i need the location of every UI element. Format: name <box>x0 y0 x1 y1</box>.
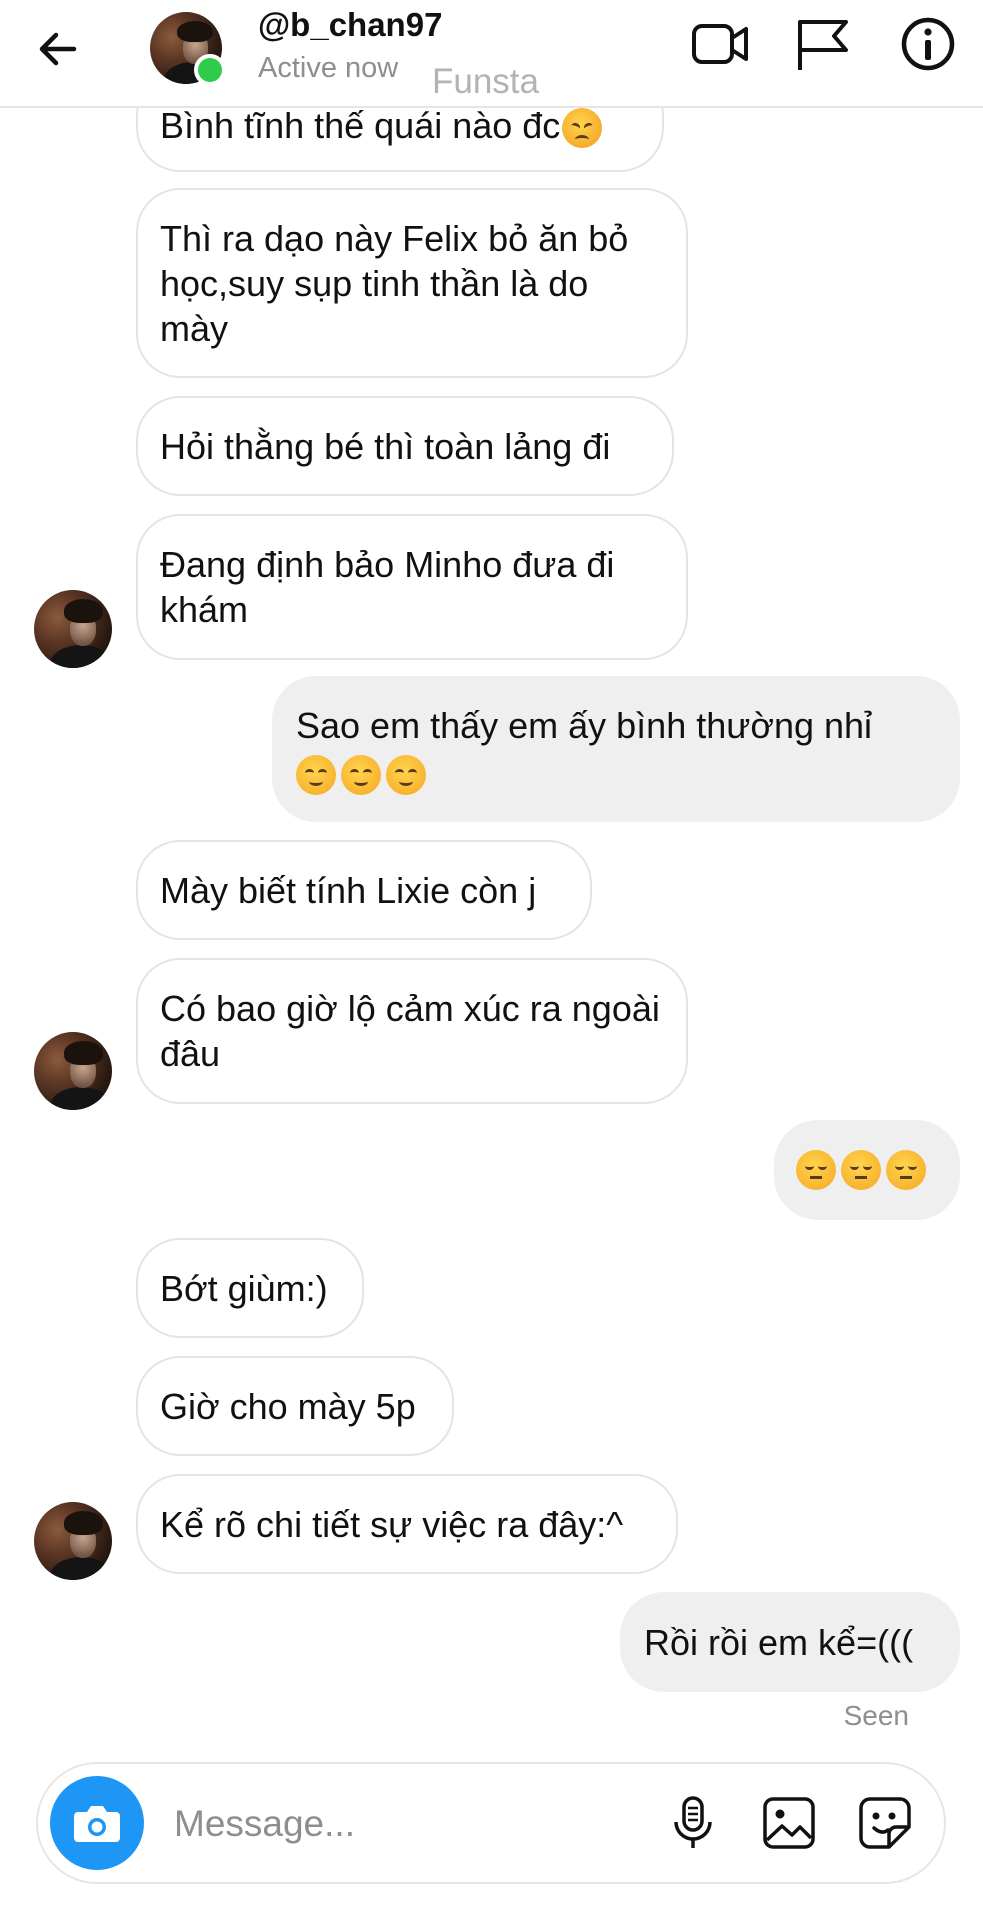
message-text: Sao em thấy em ấy bình thường nhỉ <box>296 704 873 746</box>
gallery-icon[interactable] <box>760 1794 818 1852</box>
watermark-label: Funsta <box>432 62 539 101</box>
message-bubble-sent[interactable]: Sao em thấy em ấy bình thường nhỉ <box>272 676 960 822</box>
active-status: Active now <box>258 52 399 84</box>
message-text: Thì ra dạo này Felix bỏ ăn bỏ học,suy sụ… <box>160 217 629 349</box>
pensive-face-emoji-icon <box>841 1150 881 1190</box>
message-text: Mày biết tính Lixie còn j <box>160 869 537 911</box>
upside-down-face-emoji-icon <box>341 755 381 796</box>
message-bubble-received[interactable]: Có bao giờ lộ cảm xúc ra ngoài đâu <box>136 958 688 1104</box>
message-composer <box>36 1762 946 1884</box>
message-text: Có bao giờ lộ cảm xúc ra ngoài đâu <box>160 988 660 1074</box>
pensive-face-emoji-icon <box>796 1150 836 1190</box>
camera-icon <box>74 1806 120 1842</box>
message-text: Giờ cho mày 5p <box>160 1385 416 1427</box>
message-bubble-received[interactable]: Đang định bảo Minho đưa đi khám <box>136 514 688 660</box>
message-text: Rồi rồi em kể=((( <box>644 1621 914 1663</box>
online-indicator <box>194 54 226 86</box>
pensive-face-emoji-icon <box>886 1150 926 1190</box>
sender-avatar[interactable] <box>34 1032 112 1110</box>
sender-avatar[interactable] <box>34 590 112 668</box>
message-input[interactable] <box>172 1800 556 1848</box>
video-camera-icon[interactable] <box>690 14 750 74</box>
message-bubble-received[interactable]: Thì ra dạo này Felix bỏ ăn bỏ học,suy sụ… <box>136 188 688 378</box>
upside-down-face-emoji-icon <box>386 755 426 796</box>
info-icon[interactable] <box>898 14 958 74</box>
camera-button[interactable] <box>50 1776 144 1870</box>
message-text: Đang định bảo Minho đưa đi khám <box>160 544 615 630</box>
message-bubble-received[interactable]: Giờ cho mày 5p <box>136 1356 454 1456</box>
message-text: Hỏi thằng bé thì toàn lảng đi <box>160 425 611 467</box>
microphone-icon[interactable] <box>664 1794 722 1852</box>
message-text: Bình tĩnh thế quái nào đc <box>160 105 561 146</box>
message-bubble-received[interactable]: Hỏi thằng bé thì toàn lảng đi <box>136 396 674 496</box>
sender-avatar[interactable] <box>34 1502 112 1580</box>
message-bubble-sent[interactable] <box>774 1120 960 1220</box>
message-bubble-received[interactable]: Bớt giùm:) <box>136 1238 364 1338</box>
chat-username[interactable]: @b_chan97 <box>258 6 442 44</box>
flag-icon[interactable] <box>792 14 852 74</box>
angry-face-emoji-icon <box>562 108 603 148</box>
upside-down-face-emoji-icon <box>296 755 336 796</box>
message-text: Kể rõ chi tiết sự việc ra đây:^ <box>160 1503 624 1545</box>
back-arrow-icon[interactable] <box>34 24 84 74</box>
message-bubble-received[interactable]: Kể rõ chi tiết sự việc ra đây:^ <box>136 1474 678 1574</box>
seen-receipt: Seen <box>843 1700 909 1731</box>
sticker-icon[interactable] <box>856 1794 914 1852</box>
message-bubble-received[interactable]: Mày biết tính Lixie còn j <box>136 840 592 940</box>
emoji-row <box>296 750 431 796</box>
message-text: Bớt giùm:) <box>160 1267 328 1309</box>
message-bubble-sent[interactable]: Rồi rồi em kể=((( <box>620 1592 960 1692</box>
